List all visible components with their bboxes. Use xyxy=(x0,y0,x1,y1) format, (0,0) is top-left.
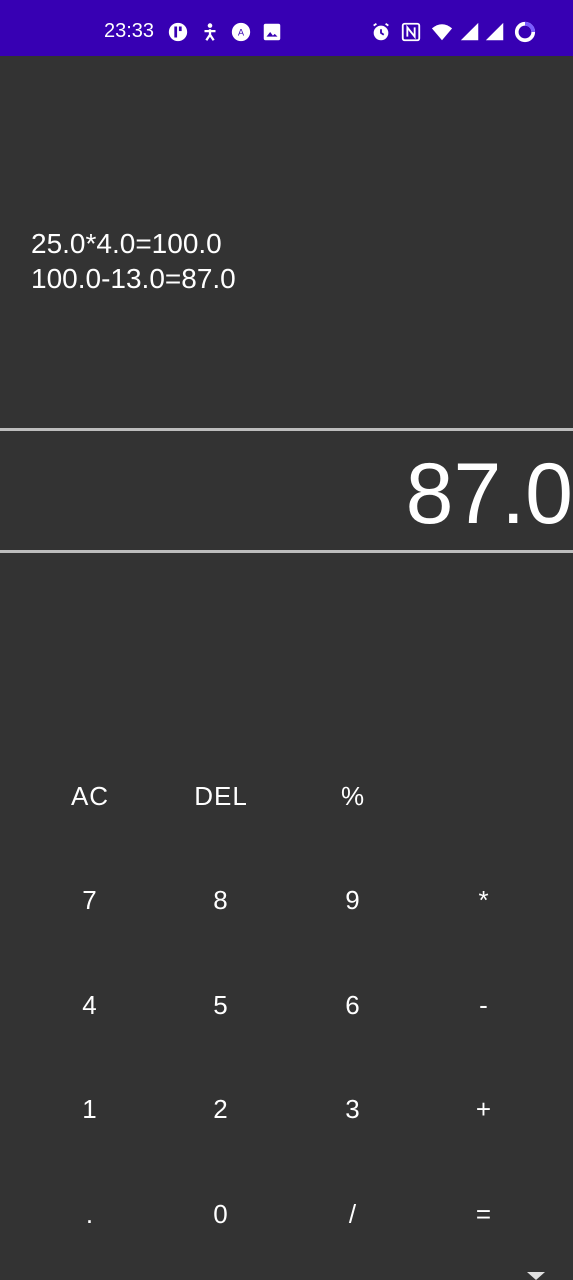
accessibility-icon xyxy=(198,20,222,44)
digit-9-button[interactable]: 9 xyxy=(293,860,413,940)
result-display: 87.0 xyxy=(405,446,573,542)
wifi-icon xyxy=(430,20,454,44)
calculation-history: 25.0*4.0=100.0 100.0-13.0=87.0 xyxy=(31,226,236,296)
delete-button[interactable]: DEL xyxy=(161,756,281,836)
svg-text:A: A xyxy=(238,28,245,39)
app-notification-icon xyxy=(166,20,190,44)
digit-0-button[interactable]: 0 xyxy=(161,1174,281,1254)
image-icon xyxy=(260,20,284,44)
clear-button[interactable]: AC xyxy=(30,756,150,836)
alarm-icon xyxy=(369,20,393,44)
nfc-icon xyxy=(399,20,423,44)
signal-icon xyxy=(458,20,482,44)
percent-button[interactable]: % xyxy=(293,756,413,836)
multiply-button[interactable]: * xyxy=(424,860,544,940)
divide-button[interactable]: / xyxy=(293,1174,413,1254)
divider-bottom xyxy=(0,550,573,553)
translate-icon: A xyxy=(229,20,253,44)
decimal-point-button[interactable]: . xyxy=(30,1174,150,1254)
add-button[interactable]: + xyxy=(424,1069,544,1149)
digit-1-button[interactable]: 1 xyxy=(30,1069,150,1149)
history-line: 100.0-13.0=87.0 xyxy=(31,263,236,294)
digit-8-button[interactable]: 8 xyxy=(161,860,281,940)
digit-7-button[interactable]: 7 xyxy=(30,860,150,940)
digit-5-button[interactable]: 5 xyxy=(161,965,281,1045)
digit-4-button[interactable]: 4 xyxy=(30,965,150,1045)
navigation-handle-icon xyxy=(527,1272,545,1280)
status-time: 23:33 xyxy=(104,20,155,42)
divider-top xyxy=(0,428,573,431)
equals-button[interactable]: = xyxy=(424,1174,544,1254)
status-bar: 23:33 A xyxy=(0,0,573,56)
history-line: 25.0*4.0=100.0 xyxy=(31,228,222,259)
digit-2-button[interactable]: 2 xyxy=(161,1069,281,1149)
subtract-button[interactable]: - xyxy=(424,965,544,1045)
battery-ring-icon xyxy=(513,20,537,44)
digit-3-button[interactable]: 3 xyxy=(293,1069,413,1149)
digit-6-button[interactable]: 6 xyxy=(293,965,413,1045)
signal-icon-2 xyxy=(483,20,507,44)
